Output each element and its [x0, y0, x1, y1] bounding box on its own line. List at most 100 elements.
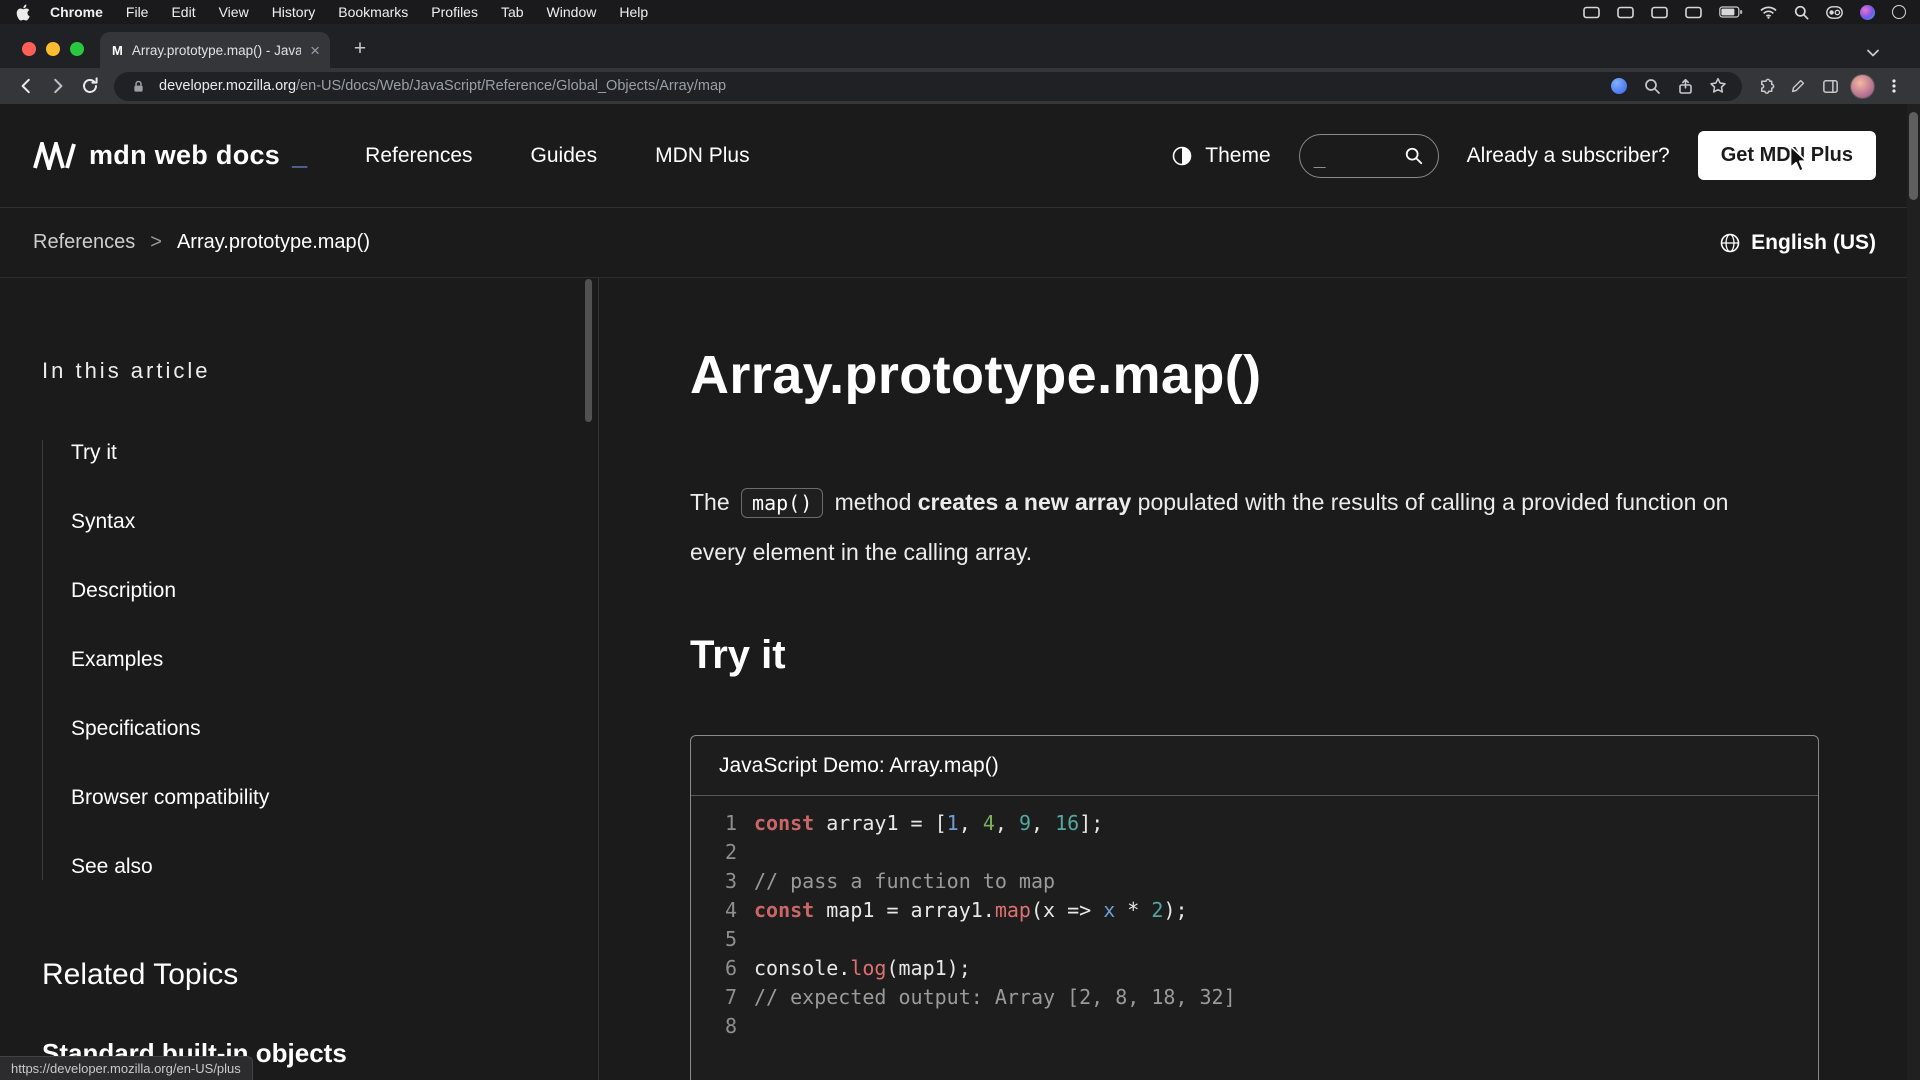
sidebar-item-specifications[interactable]: Specifications [71, 716, 558, 742]
breadcrumb-separator: > [150, 231, 162, 254]
line-number: 1 [691, 809, 737, 838]
code-line-2[interactable]: 2 [691, 838, 1818, 867]
nav-mdn-plus[interactable]: MDN Plus [655, 144, 750, 168]
display-icon[interactable] [1685, 6, 1702, 19]
header-nav: References Guides MDN Plus [365, 144, 749, 168]
mdn-logo-icon [33, 142, 77, 170]
tab-close-icon[interactable]: × [310, 42, 320, 59]
window-controls [22, 42, 84, 56]
back-button[interactable] [10, 70, 42, 102]
line-number: 5 [691, 925, 737, 954]
window-zoom-button[interactable] [70, 42, 84, 56]
mdn-favicon-icon: M [112, 43, 123, 58]
page-content: In this article Try it Syntax Description E… [0, 278, 1920, 1080]
code-line-1[interactable]: 1 const array1 = [1, 4, 9, 16]; [691, 809, 1818, 838]
clock-icon[interactable] [1892, 5, 1906, 19]
breadcrumb-references[interactable]: References [33, 231, 135, 254]
window-minimize-button[interactable] [46, 42, 60, 56]
code-line-8[interactable]: 8 [691, 1012, 1818, 1041]
sidebar-item-examples[interactable]: Examples [71, 647, 558, 673]
profile-avatar[interactable] [1846, 70, 1878, 102]
intro-bold: creates a new array [918, 489, 1132, 515]
video-camera-icon[interactable] [1617, 6, 1634, 19]
menu-profiles[interactable]: Profiles [431, 4, 478, 20]
menu-chrome[interactable]: Chrome [50, 4, 103, 20]
toc-title: In this article [42, 358, 558, 384]
sidebar-item-browser-compatibility[interactable]: Browser compatibility [71, 785, 558, 811]
inline-code-map: map() [741, 488, 823, 518]
sidebar: In this article Try it Syntax Description E… [0, 278, 599, 1080]
wifi-icon[interactable] [1760, 6, 1777, 19]
menu-bookmarks[interactable]: Bookmarks [338, 4, 408, 20]
code-editor[interactable]: 1 const array1 = [1, 4, 9, 16];23// pass … [691, 796, 1818, 1061]
toc-list: Try it Syntax Description Examples Specifica… [42, 440, 558, 880]
sidebar-scrollbar[interactable] [585, 279, 592, 422]
menu-help[interactable]: Help [619, 4, 648, 20]
menubar-status-icons [1583, 5, 1906, 20]
siri-icon[interactable] [1860, 5, 1875, 20]
code-line-4[interactable]: 4const map1 = array1.map(x => x * 2); [691, 896, 1818, 925]
code-line-6[interactable]: 6console.log(map1); [691, 954, 1818, 983]
sidebar-item-description[interactable]: Description [71, 578, 558, 604]
language-label: English (US) [1751, 231, 1876, 255]
mdn-logo[interactable]: mdn web docs_ [33, 140, 307, 171]
page-scrollbar-thumb[interactable] [1909, 112, 1918, 200]
new-tab-button[interactable]: + [346, 35, 374, 63]
tryit-heading: Try it [690, 633, 1920, 678]
extension-badge-icon[interactable] [1607, 74, 1631, 98]
screen-mirroring-icon[interactable] [1651, 6, 1668, 19]
related-topics-title: Related Topics [42, 958, 558, 992]
share-icon[interactable] [1673, 74, 1697, 98]
sidebar-item-see-also[interactable]: See also [71, 854, 558, 880]
language-selector[interactable]: English (US) [1719, 231, 1876, 255]
nav-guides[interactable]: Guides [531, 144, 598, 168]
menu-file[interactable]: File [126, 4, 149, 20]
edit-pen-icon[interactable] [1782, 70, 1814, 102]
tab-search-chevron-icon[interactable] [1866, 48, 1880, 58]
theme-toggle[interactable]: Theme [1171, 144, 1270, 168]
menu-history[interactable]: History [272, 4, 316, 20]
keyboard-brightness-icon[interactable] [1583, 6, 1600, 19]
code-text: // pass a function to map [754, 867, 1055, 896]
search-input[interactable]: _ [1299, 134, 1439, 178]
zoom-icon[interactable] [1640, 74, 1664, 98]
url-path: /en-US/docs/Web/JavaScript/Reference/Glo… [296, 78, 726, 94]
code-text: const map1 = array1.map(x => x * 2); [754, 896, 1188, 925]
search-icon [1404, 146, 1424, 166]
bookmark-star-icon[interactable] [1706, 74, 1730, 98]
sidebar-item-syntax[interactable]: Syntax [71, 509, 558, 535]
address-bar[interactable]: developer.mozilla.org/en-US/docs/Web/Jav… [114, 72, 1742, 101]
interactive-demo: JavaScript Demo: Array.map() 1 const arra… [690, 735, 1819, 1080]
demo-title: JavaScript Demo: Array.map() [691, 736, 1818, 796]
menu-edit[interactable]: Edit [171, 4, 195, 20]
extensions-puzzle-icon[interactable] [1750, 70, 1782, 102]
nav-references[interactable]: References [365, 144, 472, 168]
menubar-items: Chrome File Edit View History Bookmarks Profil… [50, 4, 648, 20]
menu-tab[interactable]: Tab [501, 4, 524, 20]
spotlight-search-icon[interactable] [1794, 5, 1809, 20]
sidebar-item-try-it[interactable]: Try it [71, 440, 558, 466]
window-close-button[interactable] [22, 42, 36, 56]
battery-icon[interactable] [1719, 6, 1743, 18]
url-domain: developer.mozilla.org [159, 78, 296, 94]
side-panel-icon[interactable] [1814, 70, 1846, 102]
forward-button[interactable] [42, 70, 74, 102]
header-right: Theme _ Already a subscriber? Get MDN Pl… [1171, 131, 1876, 180]
subscriber-link[interactable]: Already a subscriber? [1467, 144, 1670, 168]
apple-menu-icon[interactable] [16, 4, 30, 21]
tab-title: Array.prototype.map() - JavaS [132, 43, 301, 58]
browser-tab[interactable]: M Array.prototype.map() - JavaS × [100, 32, 330, 68]
menu-view[interactable]: View [219, 4, 249, 20]
reload-button[interactable] [74, 70, 106, 102]
code-line-5[interactable]: 5 [691, 925, 1818, 954]
code-line-3[interactable]: 3// pass a function to map [691, 867, 1818, 896]
browser-menu-icon[interactable] [1878, 70, 1910, 102]
code-text: const array1 = [1, 4, 9, 16]; [754, 809, 1103, 838]
code-line-7[interactable]: 7// expected output: Array [2, 8, 18, 32… [691, 983, 1818, 1012]
menu-window[interactable]: Window [547, 4, 597, 20]
lock-icon[interactable] [126, 74, 150, 98]
theme-label: Theme [1205, 144, 1270, 168]
logo-text: mdn web docs [89, 140, 280, 171]
control-center-icon[interactable] [1826, 6, 1843, 19]
page-scrollbar-track[interactable] [1907, 104, 1920, 1080]
